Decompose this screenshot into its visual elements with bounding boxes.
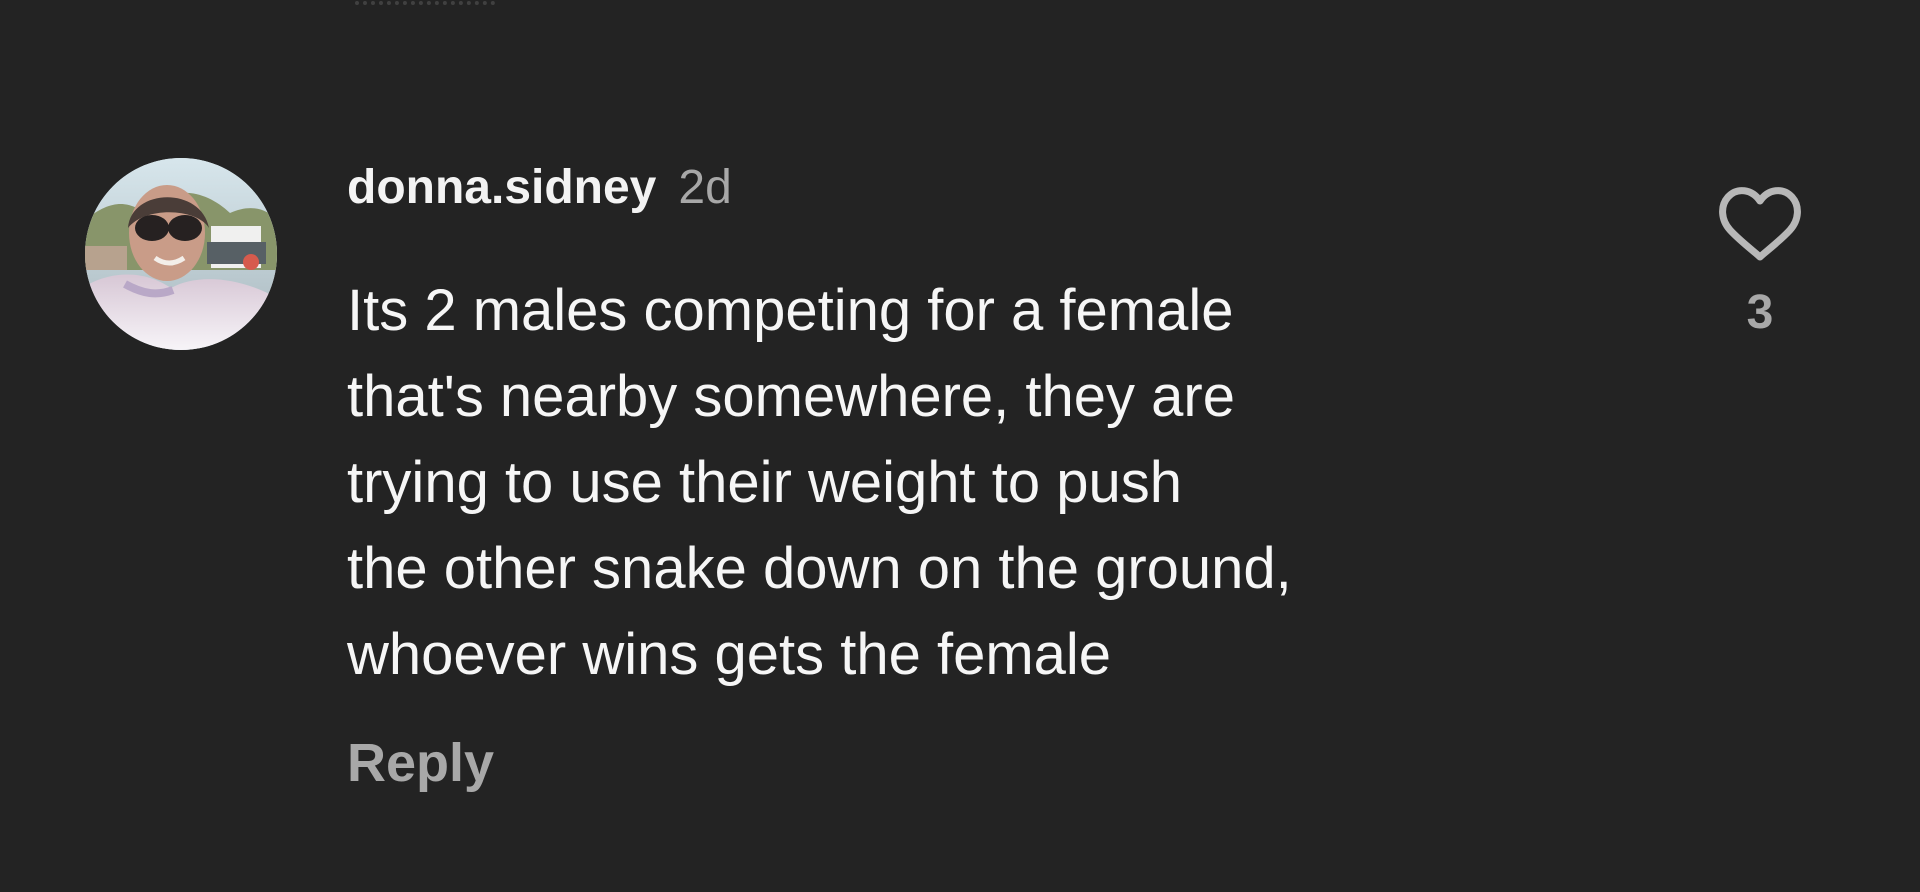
comment-screen: donna.sidney 2d Its 2 males competing fo…: [0, 0, 1920, 892]
comment-header: donna.sidney 2d: [347, 157, 732, 219]
heart-outline-icon[interactable]: [1716, 183, 1804, 263]
profile-photo-icon: [85, 158, 277, 350]
comment-item: donna.sidney 2d Its 2 males competing fo…: [0, 0, 1920, 892]
avatar[interactable]: [85, 158, 277, 350]
like-control[interactable]: 3: [1712, 183, 1808, 343]
reply-button[interactable]: Reply: [347, 728, 494, 798]
comment-timestamp: 2d: [678, 161, 732, 214]
comment-text: Its 2 males competing for a female that'…: [347, 278, 1292, 687]
like-count: 3: [1746, 286, 1774, 339]
username-link[interactable]: donna.sidney: [347, 157, 656, 219]
